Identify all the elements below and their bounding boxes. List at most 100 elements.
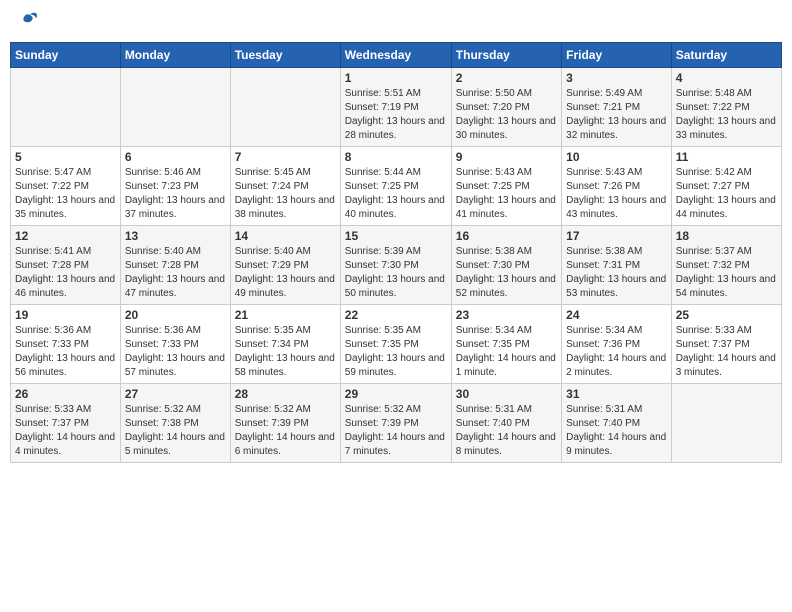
day-number: 11 xyxy=(676,150,777,164)
calendar-day-cell: 18Sunrise: 5:37 AM Sunset: 7:32 PM Dayli… xyxy=(671,226,781,305)
day-number: 17 xyxy=(566,229,667,243)
calendar-day-header: Sunday xyxy=(11,43,121,68)
calendar-day-header: Friday xyxy=(562,43,672,68)
day-number: 21 xyxy=(235,308,336,322)
calendar-day-cell: 31 Sunrise: 5:31 AM Sunset: 7:40 PM Dayli… xyxy=(562,384,672,463)
calendar-week-row: 5 Sunrise: 5:47 AM Sunset: 7:22 PM Daylig… xyxy=(11,147,782,226)
calendar-day-cell: 14 Sunrise: 5:40 AM Sunset: 7:29 PM Dayli… xyxy=(230,226,340,305)
calendar-day-cell: 23 Sunrise: 5:34 AM Sunset: 7:35 PM Dayli… xyxy=(451,305,561,384)
day-number: 10 xyxy=(566,150,667,164)
calendar-day-header: Saturday xyxy=(671,43,781,68)
day-number: 1 xyxy=(345,71,447,85)
day-info: Sunrise: 5:47 AM Sunset: 7:22 PM Dayligh… xyxy=(15,166,116,222)
calendar-day-cell: 19 Sunrise: 5:36 AM Sunset: 7:33 PM Dayli… xyxy=(11,305,121,384)
day-info: Sunrise: 5:32 AM Sunset: 7:39 PM Dayligh… xyxy=(235,403,336,459)
day-info: Sunrise: 5:34 AM Sunset: 7:36 PM Dayligh… xyxy=(566,324,667,380)
calendar-day-cell xyxy=(11,68,121,147)
calendar-day-cell xyxy=(230,68,340,147)
calendar-week-row: 12 Sunrise: 5:41 AM Sunset: 7:28 PM Dayli… xyxy=(11,226,782,305)
calendar-day-cell: 11 Sunrise: 5:42 AM Sunset: 7:27 PM Dayli… xyxy=(671,147,781,226)
day-info: Sunrise: 5:43 AM Sunset: 7:25 PM Dayligh… xyxy=(456,166,557,222)
day-number: 14 xyxy=(235,229,336,243)
day-info: Sunrise: 5:35 AM Sunset: 7:35 PM Dayligh… xyxy=(345,324,447,380)
day-info: Sunrise: 5:40 AM Sunset: 7:28 PM Dayligh… xyxy=(125,245,226,301)
day-number: 5 xyxy=(15,150,116,164)
day-number: 27 xyxy=(125,387,226,401)
calendar-day-cell: 10Sunrise: 5:43 AM Sunset: 7:26 PM Dayli… xyxy=(562,147,672,226)
day-info: Sunrise: 5:41 AM Sunset: 7:28 PM Dayligh… xyxy=(15,245,116,301)
day-info: Sunrise: 5:46 AM Sunset: 7:23 PM Dayligh… xyxy=(125,166,226,222)
day-number: 2 xyxy=(456,71,557,85)
logo xyxy=(14,10,40,34)
day-number: 13 xyxy=(125,229,226,243)
calendar-day-cell: 20 Sunrise: 5:36 AM Sunset: 7:33 PM Dayli… xyxy=(120,305,230,384)
day-number: 31 xyxy=(566,387,667,401)
day-number: 19 xyxy=(15,308,116,322)
calendar-day-cell: 8 Sunrise: 5:44 AM Sunset: 7:25 PM Daylig… xyxy=(340,147,451,226)
day-number: 9 xyxy=(456,150,557,164)
calendar-day-header: Thursday xyxy=(451,43,561,68)
day-number: 8 xyxy=(345,150,447,164)
day-number: 3 xyxy=(566,71,667,85)
day-info: Sunrise: 5:39 AM Sunset: 7:30 PM Dayligh… xyxy=(345,245,447,301)
day-info: Sunrise: 5:45 AM Sunset: 7:24 PM Dayligh… xyxy=(235,166,336,222)
calendar-day-cell: 21 Sunrise: 5:35 AM Sunset: 7:34 PM Dayli… xyxy=(230,305,340,384)
day-info: Sunrise: 5:35 AM Sunset: 7:34 PM Dayligh… xyxy=(235,324,336,380)
day-info: Sunrise: 5:36 AM Sunset: 7:33 PM Dayligh… xyxy=(15,324,116,380)
day-info: Sunrise: 5:50 AM Sunset: 7:20 PM Dayligh… xyxy=(456,87,557,143)
calendar-day-cell: 2 Sunrise: 5:50 AM Sunset: 7:20 PM Daylig… xyxy=(451,68,561,147)
calendar-day-cell: 24Sunrise: 5:34 AM Sunset: 7:36 PM Dayli… xyxy=(562,305,672,384)
day-info: Sunrise: 5:40 AM Sunset: 7:29 PM Dayligh… xyxy=(235,245,336,301)
day-number: 22 xyxy=(345,308,447,322)
day-info: Sunrise: 5:32 AM Sunset: 7:39 PM Dayligh… xyxy=(345,403,447,459)
day-info: Sunrise: 5:36 AM Sunset: 7:33 PM Dayligh… xyxy=(125,324,226,380)
calendar-day-cell: 6 Sunrise: 5:46 AM Sunset: 7:23 PM Daylig… xyxy=(120,147,230,226)
calendar-day-cell: 12 Sunrise: 5:41 AM Sunset: 7:28 PM Dayli… xyxy=(11,226,121,305)
calendar-day-cell: 13 Sunrise: 5:40 AM Sunset: 7:28 PM Dayli… xyxy=(120,226,230,305)
day-info: Sunrise: 5:33 AM Sunset: 7:37 PM Dayligh… xyxy=(15,403,116,459)
calendar-table: SundayMondayTuesdayWednesdayThursdayFrid… xyxy=(10,42,782,463)
day-info: Sunrise: 5:48 AM Sunset: 7:22 PM Dayligh… xyxy=(676,87,777,143)
day-info: Sunrise: 5:49 AM Sunset: 7:21 PM Dayligh… xyxy=(566,87,667,143)
day-info: Sunrise: 5:31 AM Sunset: 7:40 PM Dayligh… xyxy=(566,403,667,459)
page-header xyxy=(10,10,782,34)
calendar-week-row: 1 Sunrise: 5:51 AM Sunset: 7:19 PM Daylig… xyxy=(11,68,782,147)
day-info: Sunrise: 5:33 AM Sunset: 7:37 PM Dayligh… xyxy=(676,324,777,380)
day-info: Sunrise: 5:42 AM Sunset: 7:27 PM Dayligh… xyxy=(676,166,777,222)
day-info: Sunrise: 5:44 AM Sunset: 7:25 PM Dayligh… xyxy=(345,166,447,222)
calendar-day-cell: 5 Sunrise: 5:47 AM Sunset: 7:22 PM Daylig… xyxy=(11,147,121,226)
day-info: Sunrise: 5:38 AM Sunset: 7:31 PM Dayligh… xyxy=(566,245,667,301)
calendar-day-cell xyxy=(671,384,781,463)
day-info: Sunrise: 5:38 AM Sunset: 7:30 PM Dayligh… xyxy=(456,245,557,301)
day-info: Sunrise: 5:51 AM Sunset: 7:19 PM Dayligh… xyxy=(345,87,447,143)
day-number: 6 xyxy=(125,150,226,164)
calendar-day-cell: 27 Sunrise: 5:32 AM Sunset: 7:38 PM Dayli… xyxy=(120,384,230,463)
calendar-day-cell: 22 Sunrise: 5:35 AM Sunset: 7:35 PM Dayli… xyxy=(340,305,451,384)
calendar-week-row: 26Sunrise: 5:33 AM Sunset: 7:37 PM Dayli… xyxy=(11,384,782,463)
calendar-day-cell: 30Sunrise: 5:31 AM Sunset: 7:40 PM Dayli… xyxy=(451,384,561,463)
day-number: 23 xyxy=(456,308,557,322)
calendar-body: 1 Sunrise: 5:51 AM Sunset: 7:19 PM Daylig… xyxy=(11,68,782,463)
calendar-day-cell: 3 Sunrise: 5:49 AM Sunset: 7:21 PM Daylig… xyxy=(562,68,672,147)
calendar-day-cell: 9 Sunrise: 5:43 AM Sunset: 7:25 PM Daylig… xyxy=(451,147,561,226)
calendar-day-cell: 7 Sunrise: 5:45 AM Sunset: 7:24 PM Daylig… xyxy=(230,147,340,226)
calendar-day-cell: 28Sunrise: 5:32 AM Sunset: 7:39 PM Dayli… xyxy=(230,384,340,463)
day-number: 4 xyxy=(676,71,777,85)
calendar-week-row: 19 Sunrise: 5:36 AM Sunset: 7:33 PM Dayli… xyxy=(11,305,782,384)
calendar-day-cell: 26Sunrise: 5:33 AM Sunset: 7:37 PM Dayli… xyxy=(11,384,121,463)
day-info: Sunrise: 5:34 AM Sunset: 7:35 PM Dayligh… xyxy=(456,324,557,380)
calendar-day-cell: 16 Sunrise: 5:38 AM Sunset: 7:30 PM Dayli… xyxy=(451,226,561,305)
day-number: 20 xyxy=(125,308,226,322)
logo-bird-icon xyxy=(16,10,40,34)
calendar-day-cell: 4 Sunrise: 5:48 AM Sunset: 7:22 PM Daylig… xyxy=(671,68,781,147)
calendar-header-row: SundayMondayTuesdayWednesdayThursdayFrid… xyxy=(11,43,782,68)
day-number: 25 xyxy=(676,308,777,322)
day-number: 12 xyxy=(15,229,116,243)
day-info: Sunrise: 5:37 AM Sunset: 7:32 PM Dayligh… xyxy=(676,245,777,301)
day-number: 29 xyxy=(345,387,447,401)
day-number: 7 xyxy=(235,150,336,164)
calendar-day-header: Tuesday xyxy=(230,43,340,68)
calendar-day-cell: 15Sunrise: 5:39 AM Sunset: 7:30 PM Dayli… xyxy=(340,226,451,305)
day-info: Sunrise: 5:32 AM Sunset: 7:38 PM Dayligh… xyxy=(125,403,226,459)
day-number: 16 xyxy=(456,229,557,243)
